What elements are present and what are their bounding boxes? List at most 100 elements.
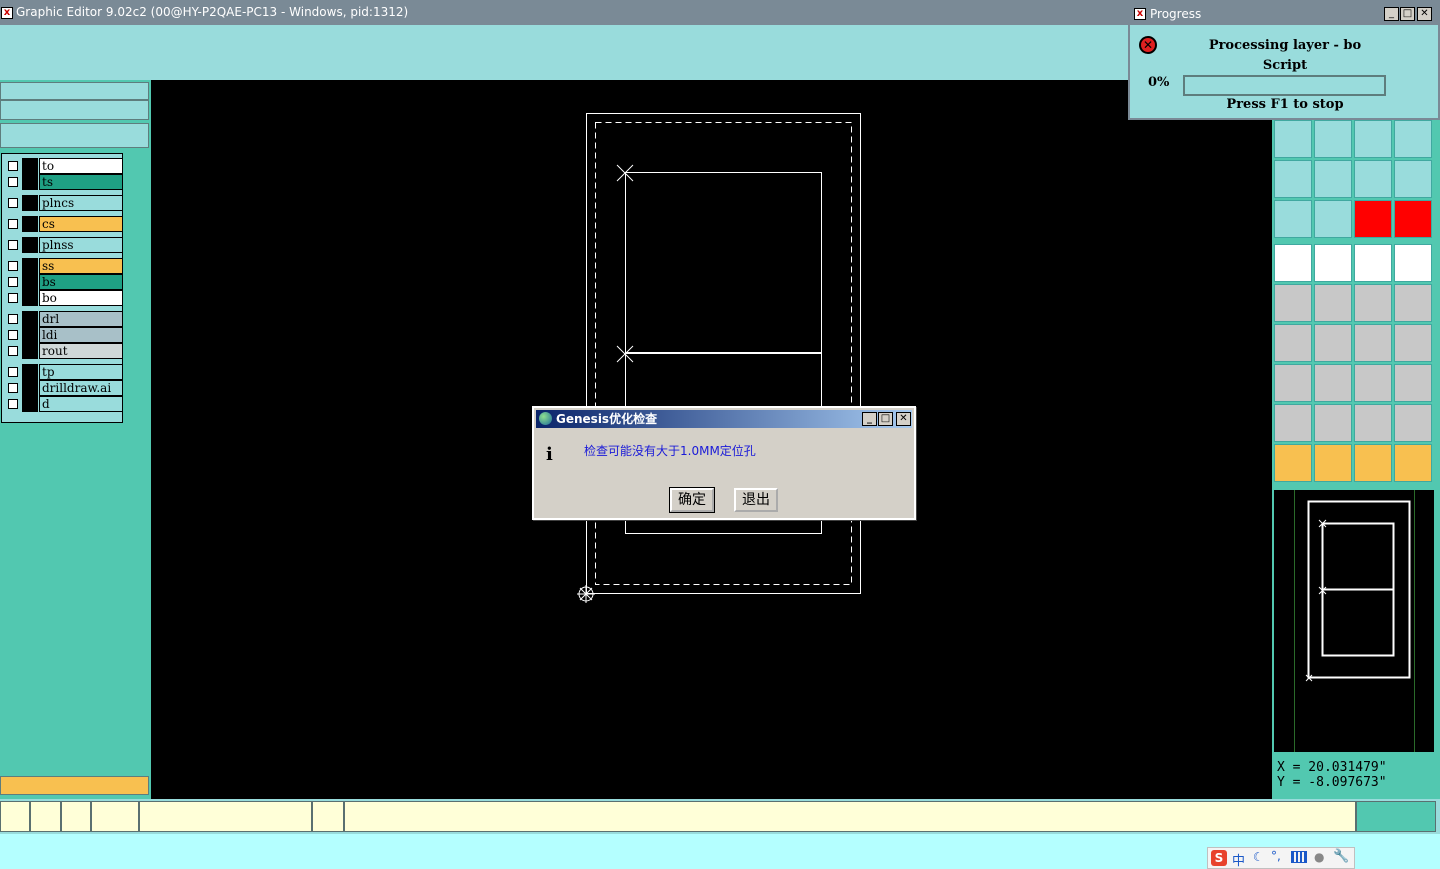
palette-cell[interactable] [1394, 120, 1432, 158]
palette-cell[interactable] [1354, 444, 1392, 482]
layer-affected-indicator[interactable] [22, 195, 38, 211]
palette-cell[interactable] [1274, 444, 1312, 482]
palette-cell[interactable] [1274, 120, 1312, 158]
layer-name[interactable]: rout [39, 343, 123, 359]
left-panel-bar-2[interactable] [0, 100, 149, 120]
layer-row-rout[interactable]: rout [4, 343, 123, 359]
palette-cell[interactable] [1274, 244, 1312, 282]
layer-row-drilldraw-ai[interactable]: drilldraw.ai [4, 380, 123, 396]
user-icon[interactable]: ● [1314, 850, 1324, 864]
layer-name[interactable]: plncs [39, 195, 123, 211]
palette-cell[interactable] [1394, 244, 1432, 282]
layer-row-plnss[interactable]: plnss [4, 237, 123, 253]
palette-cell[interactable] [1354, 200, 1392, 238]
layer-name[interactable]: drl [39, 311, 123, 327]
palette-cell[interactable] [1274, 160, 1312, 198]
layer-row-bo[interactable]: bo [4, 290, 123, 306]
palette-cell[interactable] [1314, 364, 1352, 402]
palette-cell[interactable] [1314, 244, 1352, 282]
layer-name[interactable]: bo [39, 290, 123, 306]
ime-toolbar[interactable]: S 中 ☾ °, ● 🔧 [1207, 847, 1355, 869]
layer-row-ldi[interactable]: ldi [4, 327, 123, 343]
palette-cell[interactable] [1394, 404, 1432, 442]
status-segment-1[interactable] [0, 801, 30, 832]
palette-cell[interactable] [1354, 244, 1392, 282]
layer-affected-indicator[interactable] [22, 380, 38, 396]
layer-name[interactable]: ss [39, 258, 123, 274]
layer-row-tp[interactable]: tp [4, 364, 123, 380]
layer-name[interactable]: tp [39, 364, 123, 380]
close-button[interactable]: ✕ [1417, 7, 1432, 21]
status-segment-5[interactable] [139, 801, 312, 832]
palette-cell[interactable] [1314, 324, 1352, 362]
palette-cell[interactable] [1394, 364, 1432, 402]
palette-cell[interactable] [1274, 284, 1312, 322]
layer-checkbox[interactable] [8, 198, 18, 208]
stop-icon[interactable]: ✕ [1139, 36, 1157, 54]
palette-cell[interactable] [1394, 324, 1432, 362]
palette-cell[interactable] [1314, 160, 1352, 198]
layer-affected-indicator[interactable] [22, 237, 38, 253]
palette-cell[interactable] [1274, 324, 1312, 362]
layer-checkbox[interactable] [8, 240, 18, 250]
layer-checkbox[interactable] [8, 177, 18, 187]
genesis-check-dialog[interactable]: Genesis优化检查 _ □ ✕ i 检查可能没有大于1.0MM定位孔 确定 … [532, 406, 916, 520]
layer-affected-indicator[interactable] [22, 343, 38, 359]
dialog-close-button[interactable]: ✕ [896, 412, 911, 426]
layer-checkbox[interactable] [8, 330, 18, 340]
layer-row-ts[interactable]: ts [4, 174, 123, 190]
dialog-title-bar[interactable]: Genesis优化检查 _ □ ✕ [536, 410, 912, 428]
layer-checkbox[interactable] [8, 399, 18, 409]
layer-affected-indicator[interactable] [22, 158, 38, 174]
keyboard-icon[interactable] [1291, 851, 1307, 863]
layer-row-to[interactable]: to [4, 158, 123, 174]
layer-affected-indicator[interactable] [22, 216, 38, 232]
layer-checkbox[interactable] [8, 314, 18, 324]
layer-affected-indicator[interactable] [22, 396, 38, 412]
left-panel-bottom-bar[interactable] [0, 776, 149, 795]
status-segment-6[interactable] [312, 801, 344, 832]
palette-cell[interactable] [1314, 200, 1352, 238]
layer-name[interactable]: cs [39, 216, 123, 232]
layer-checkbox[interactable] [8, 293, 18, 303]
layer-checkbox[interactable] [8, 383, 18, 393]
layer-row-drl[interactable]: drl [4, 311, 123, 327]
layer-name[interactable]: d [39, 396, 123, 412]
dialog-maximize-button[interactable]: □ [878, 412, 893, 426]
palette-cell[interactable] [1394, 444, 1432, 482]
chinese-mode-icon[interactable]: 中 [1232, 850, 1245, 869]
layer-affected-indicator[interactable] [22, 274, 38, 290]
layer-checkbox[interactable] [8, 346, 18, 356]
status-segment-3[interactable] [61, 801, 91, 832]
layer-name[interactable]: drilldraw.ai [39, 380, 123, 396]
sogou-icon[interactable]: S [1211, 850, 1227, 866]
layer-name[interactable]: bs [39, 274, 123, 290]
layer-affected-indicator[interactable] [22, 174, 38, 190]
layer-checkbox[interactable] [8, 277, 18, 287]
layer-checkbox[interactable] [8, 367, 18, 377]
layer-name[interactable]: ldi [39, 327, 123, 343]
minimize-button[interactable]: _ [1384, 7, 1399, 21]
palette-cell[interactable] [1354, 364, 1392, 402]
layer-row-d[interactable]: d [4, 396, 123, 412]
exit-button[interactable]: 退出 [734, 488, 778, 512]
status-segment-7[interactable] [344, 801, 1356, 832]
layer-row-cs[interactable]: cs [4, 216, 123, 232]
palette-cell[interactable] [1274, 364, 1312, 402]
palette-cell[interactable] [1274, 200, 1312, 238]
progress-window[interactable]: x Progress _ □ ✕ ✕ Processing layer - bo… [1128, 2, 1440, 120]
wrench-icon[interactable]: 🔧 [1333, 849, 1349, 864]
layer-affected-indicator[interactable] [22, 364, 38, 380]
status-segment-4[interactable] [91, 801, 139, 832]
left-panel-bar-1[interactable] [0, 82, 149, 100]
layer-checkbox[interactable] [8, 161, 18, 171]
layer-checkbox[interactable] [8, 261, 18, 271]
palette-cell[interactable] [1314, 120, 1352, 158]
maximize-button[interactable]: □ [1400, 7, 1415, 21]
progress-title-bar[interactable]: x Progress _ □ ✕ [1130, 4, 1438, 25]
layer-name[interactable]: plnss [39, 237, 123, 253]
palette-cell[interactable] [1394, 160, 1432, 198]
layer-affected-indicator[interactable] [22, 258, 38, 274]
palette-cell[interactable] [1314, 444, 1352, 482]
layer-row-plncs[interactable]: plncs [4, 195, 123, 211]
